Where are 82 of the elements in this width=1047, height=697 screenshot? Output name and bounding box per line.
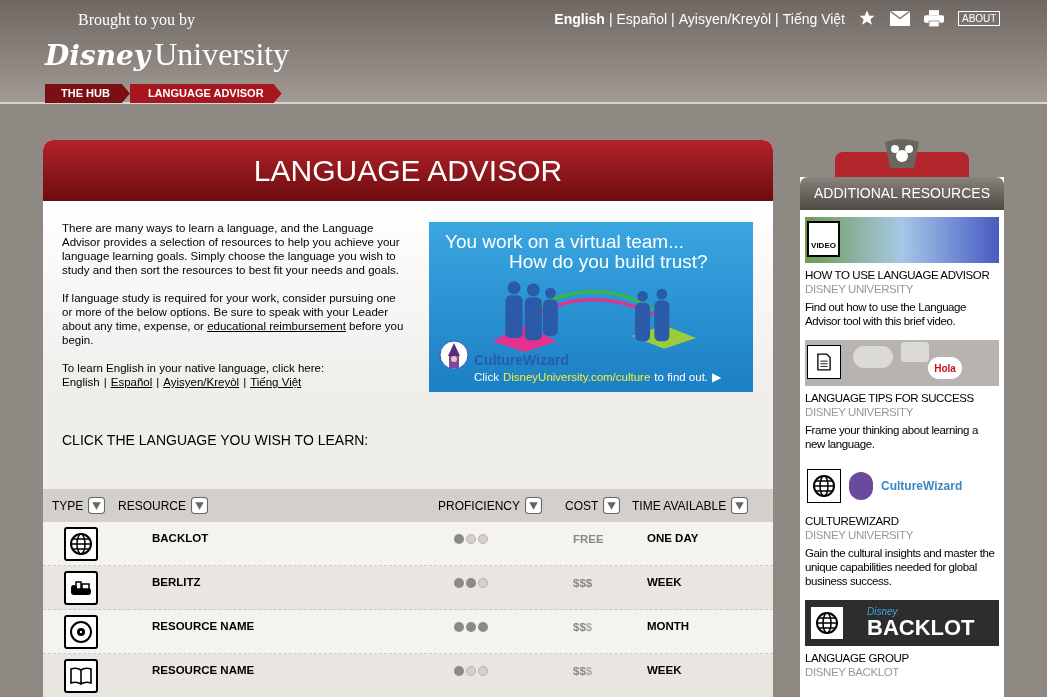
resource-source: DISNEY UNIVERSITY bbox=[805, 528, 914, 542]
column-header: TYPE bbox=[52, 497, 84, 515]
resource-name: BACKLOT bbox=[152, 532, 209, 544]
globe-icon bbox=[812, 474, 836, 498]
backlot-thumbnail[interactable]: Disney BACKLOT bbox=[805, 600, 999, 646]
time-available: WEEK bbox=[647, 664, 682, 676]
resource-description: Find out how to use the Language Advisor tool with this brief video. bbox=[805, 300, 968, 328]
resource-row[interactable]: BERLITZ $$$ WEEK bbox=[43, 566, 773, 610]
language-link[interactable]: Español bbox=[616, 9, 668, 30]
resource-row[interactable]: RESOURCE NAME $$$ WEEK bbox=[43, 654, 773, 697]
resource-title[interactable]: LANGUAGE GROUP bbox=[805, 651, 999, 665]
resource-name: RESOURCE NAME bbox=[152, 664, 255, 676]
about-button[interactable]: ABOUT bbox=[958, 10, 1001, 26]
speech-bubble bbox=[901, 342, 929, 362]
language-link[interactable]: English bbox=[554, 9, 605, 30]
culturewizard-logo: CultureWizard bbox=[881, 478, 963, 495]
section-prompt: CLICK THE LANGUAGE YOU WISH TO LEARN: bbox=[62, 431, 370, 450]
globe-icon bbox=[815, 611, 839, 635]
column-header: TIME AVAILABLE bbox=[632, 497, 727, 515]
cost: $$$ bbox=[573, 665, 593, 677]
language-link[interactable]: Español bbox=[110, 375, 153, 389]
column-header: COST bbox=[565, 497, 599, 515]
page-title: LANGUAGE ADVISOR bbox=[253, 153, 563, 189]
star-icon[interactable] bbox=[858, 9, 876, 27]
resource-title[interactable]: CULTUREWIZARD bbox=[805, 514, 999, 528]
language-link[interactable]: Tiếng Việt bbox=[250, 375, 302, 389]
sort-dropdown-icon[interactable] bbox=[603, 497, 621, 514]
sidebar-header: ADDITIONAL RESOURCES bbox=[800, 177, 1004, 210]
resource-name: RESOURCE NAME bbox=[152, 620, 255, 632]
resource-description: Frame your thinking about learning a new language. bbox=[805, 423, 980, 451]
mickey-head-icon bbox=[882, 138, 922, 168]
speech-bubbles-thumbnail[interactable]: Hola bbox=[805, 340, 999, 386]
cost: FREE bbox=[573, 533, 604, 545]
separator: | bbox=[102, 375, 108, 389]
resource-description: Gain the cultural insights and master the unique capabilities needed for global business success. bbox=[805, 546, 996, 588]
sort-dropdown-icon[interactable] bbox=[88, 497, 106, 514]
language-link[interactable]: Ayisyen/Kreyòl bbox=[678, 9, 772, 30]
separator: | bbox=[155, 375, 161, 389]
video-badge: VIDEO bbox=[807, 221, 840, 257]
intro-paragraph: There are many ways to learn a language, and the Language Advisor provides a selection of resources to help you achieve your language learning goals. Simply choose the language you wish to study and then sort the resources to best fit your needs and goals. bbox=[62, 221, 401, 277]
separator: | bbox=[242, 375, 248, 389]
sort-dropdown-icon[interactable] bbox=[731, 497, 749, 514]
breadcrumb[interactable]: THE HUB bbox=[45, 84, 130, 103]
separator: | bbox=[607, 10, 614, 29]
resource-title[interactable]: LANGUAGE TIPS FOR SUCCESS bbox=[805, 391, 999, 405]
reimbursement-link[interactable]: educational reimbursement bbox=[207, 320, 346, 332]
banner-cta[interactable]: Click DisneyUniversity.com/culture to find out. ▶ bbox=[474, 369, 722, 387]
mail-icon[interactable] bbox=[890, 10, 910, 26]
breadcrumb[interactable]: LANGUAGE ADVISOR bbox=[129, 84, 282, 103]
disney-university-logo[interactable]: DisneyUniversity bbox=[45, 30, 290, 78]
sort-dropdown-icon[interactable] bbox=[191, 497, 208, 514]
culturewizard-thumbnail[interactable]: CultureWizard bbox=[805, 463, 999, 509]
intro-paragraph: If language study is required for your work, consider pursuing one or more of the below options. Be sure to speak with your Leader about any time, expense, or educational reimbursement before you begin. bbox=[62, 291, 405, 347]
photo-placeholder[interactable]: VIDEO bbox=[805, 217, 999, 263]
cost: $$$ bbox=[573, 577, 593, 589]
column-header: PROFICIENCY bbox=[438, 497, 520, 515]
time-available: ONE DAY bbox=[647, 532, 699, 544]
separator: | bbox=[670, 10, 676, 29]
language-label: English bbox=[62, 375, 100, 389]
resource-source: DISNEY UNIVERSITY bbox=[805, 405, 914, 419]
resource-source: DISNEY BACKLOT bbox=[805, 665, 900, 679]
time-available: MONTH bbox=[647, 620, 690, 632]
resource-row[interactable]: RESOURCE NAME $$$ MONTH bbox=[43, 610, 773, 654]
resource-name: BERLITZ bbox=[152, 576, 201, 588]
separator: | bbox=[774, 10, 780, 29]
backlot-logo: BACKLOT bbox=[867, 617, 975, 639]
language-link[interactable]: Ayisyen/Kreyòl bbox=[163, 375, 240, 389]
sort-dropdown-icon[interactable] bbox=[525, 497, 542, 514]
resource-title[interactable]: HOW TO USE LANGUAGE ADVISOR bbox=[805, 268, 999, 282]
language-link[interactable]: Tiếng Việt bbox=[782, 9, 845, 30]
document-icon bbox=[817, 353, 831, 371]
disney-logo: Disney bbox=[867, 607, 899, 617]
column-header: RESOURCE bbox=[118, 497, 186, 515]
resource-source: DISNEY UNIVERSITY bbox=[805, 282, 914, 296]
resource-row[interactable]: BACKLOT FREE ONE DAY bbox=[43, 522, 773, 566]
print-icon[interactable] bbox=[924, 9, 944, 27]
cost: $$$ bbox=[573, 621, 593, 633]
tagline: Brought to you by bbox=[78, 10, 195, 31]
native-language-prompt: To learn English in your native language, click here: bbox=[62, 361, 326, 375]
speech-bubble bbox=[853, 346, 893, 368]
time-available: WEEK bbox=[647, 576, 682, 588]
speech-bubble: Hola bbox=[928, 357, 962, 379]
